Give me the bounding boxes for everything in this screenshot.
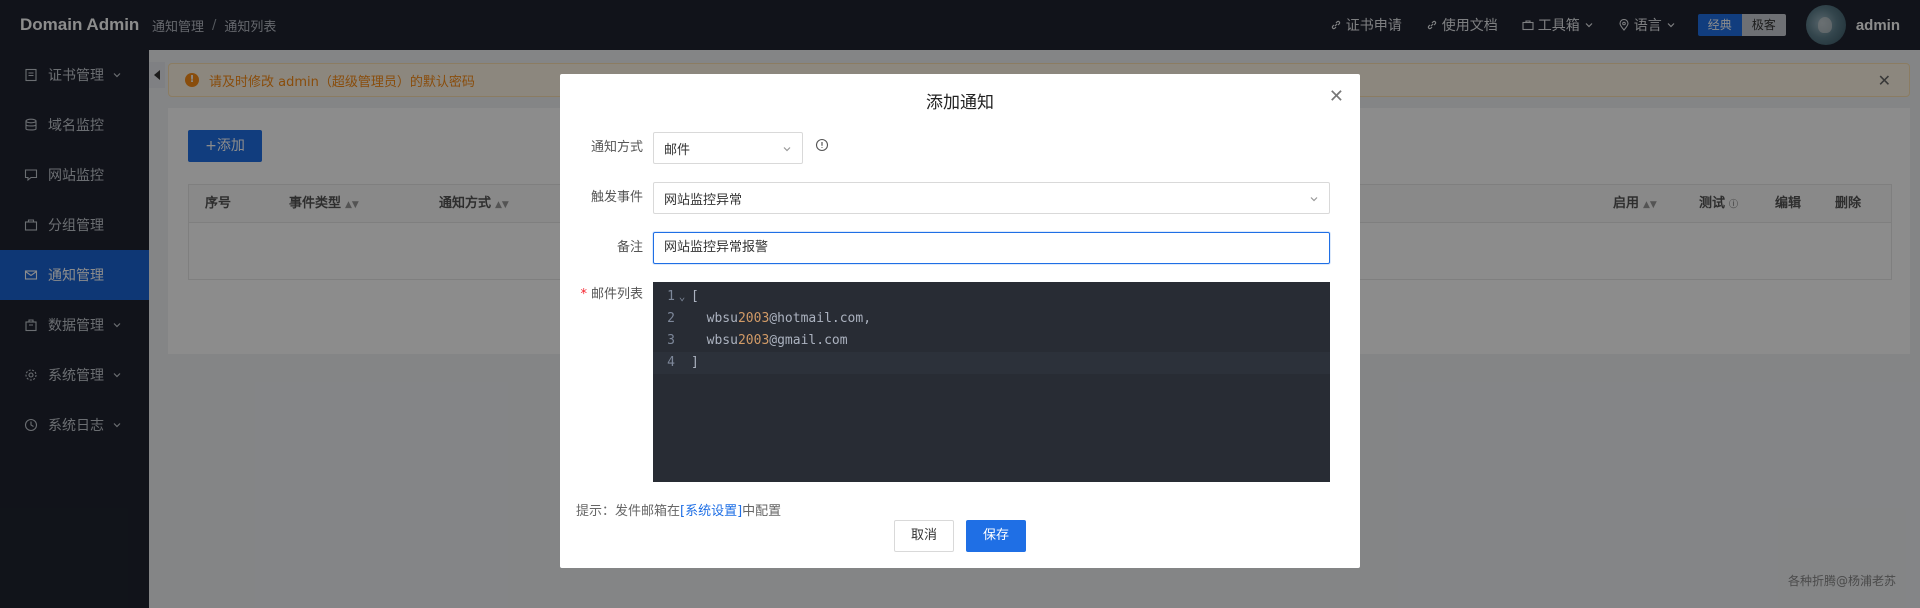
notify-method-select[interactable]: 邮件 — [653, 132, 803, 164]
dialog-title: 添加通知 — [926, 93, 994, 113]
form-row-trigger-event: 触发事件 网站监控异常 — [560, 182, 1360, 214]
line-number: 1 — [667, 289, 675, 304]
select-value: 邮件 — [664, 142, 691, 158]
add-notify-dialog: 添加通知 ✕ 通知方式 邮件 触发事件 网站监控异常 备注 网站监控异常报警 *… — [560, 74, 1360, 568]
close-icon[interactable]: ✕ — [1329, 86, 1344, 107]
chevron-down-icon — [1310, 197, 1318, 202]
field-label: 备注 — [616, 240, 643, 255]
fold-toggle-icon[interactable]: ⌄ — [675, 286, 689, 308]
system-settings-link[interactable]: [系统设置] — [680, 504, 742, 519]
code-line: 1 ⌄ [ — [653, 286, 1330, 308]
trigger-event-select[interactable]: 网站监控异常 — [653, 182, 1330, 214]
code-line-active: 4 ] — [653, 352, 1330, 374]
select-value: 网站监控异常 — [664, 192, 743, 208]
remark-input[interactable]: 网站监控异常报警 — [653, 232, 1330, 264]
line-number: 3 — [667, 333, 675, 348]
code-line: 3 wbsu2003@gmail.com — [653, 330, 1330, 352]
field-label: 触发事件 — [590, 190, 643, 205]
form-row-email-list: * 邮件列表 1 ⌄ [ 2 wbsu2003@hotmail.com, 3 wb… — [560, 282, 1360, 482]
line-number: 4 — [667, 355, 675, 370]
field-label: * 邮件列表 — [580, 287, 643, 302]
field-label: 通知方式 — [590, 140, 643, 155]
form-row-remark: 备注 网站监控异常报警 — [560, 232, 1360, 264]
form-row-notify-method: 通知方式 邮件 — [560, 132, 1360, 164]
chevron-down-icon — [783, 147, 791, 152]
info-icon[interactable] — [815, 138, 829, 152]
email-list-code-editor[interactable]: 1 ⌄ [ 2 wbsu2003@hotmail.com, 3 wbsu2003… — [653, 282, 1330, 482]
required-mark: * — [580, 287, 587, 302]
line-number: 2 — [667, 311, 675, 326]
save-button[interactable]: 保存 — [966, 520, 1026, 552]
cancel-button[interactable]: 取消 — [894, 520, 954, 552]
code-line: 2 wbsu2003@hotmail.com, — [653, 308, 1330, 330]
config-hint: 提示：发件邮箱在[系统设置]中配置 — [576, 504, 782, 519]
